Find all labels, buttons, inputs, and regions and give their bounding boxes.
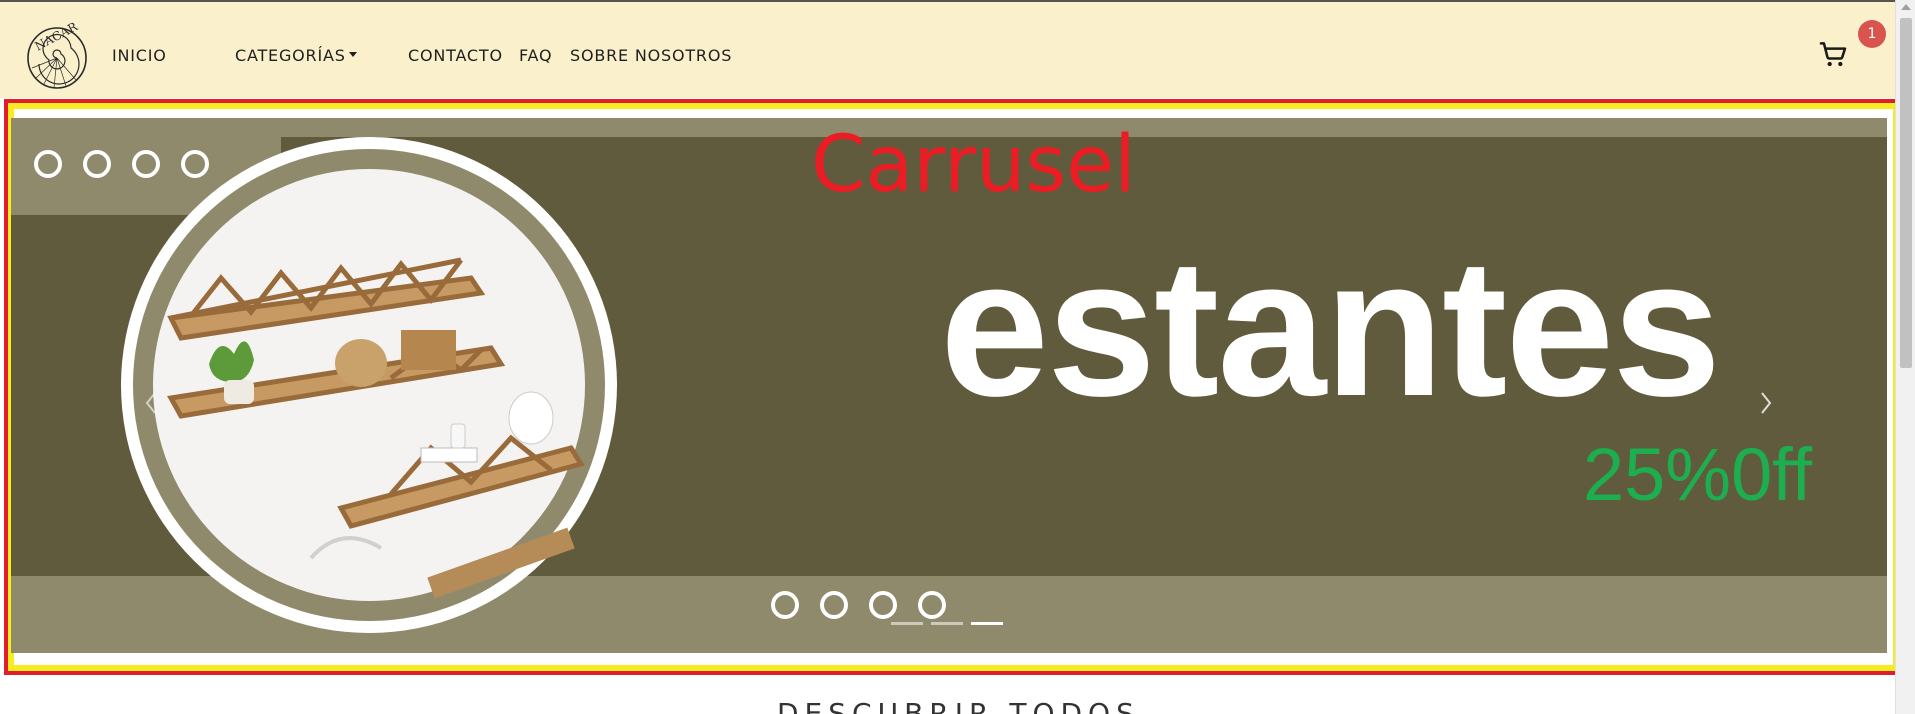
nav-link-contacto[interactable]: CONTACTO: [408, 46, 503, 65]
nav-link-inicio[interactable]: INICIO: [112, 46, 167, 65]
cart-count-badge: 1: [1858, 20, 1886, 48]
nav-dropdown-categorias[interactable]: CATEGORÍAS: [235, 46, 357, 65]
carousel-indicator-1[interactable]: [891, 622, 923, 625]
nav-link-sobre-nosotros[interactable]: SOBRE NOSOTROS: [570, 46, 732, 65]
carousel-indicator-2[interactable]: [931, 622, 963, 625]
cart-button[interactable]: [1817, 38, 1849, 70]
scrollbar-thumb[interactable]: [1900, 18, 1912, 368]
carousel-indicators: [891, 622, 1091, 626]
shopping-cart-icon: [1819, 42, 1847, 67]
brand-logo[interactable]: NACAR: [24, 18, 90, 90]
slide-headline: estantes: [940, 218, 1721, 437]
slide-promo-text: 25%0ff: [1583, 433, 1813, 516]
carousel-overlay-label: Carrusel: [811, 120, 1136, 210]
carousel-slide: Carrusel estantes 25%0ff: [11, 118, 1887, 653]
nautilus-logo-icon: NACAR: [27, 19, 87, 89]
caret-down-icon: [348, 52, 357, 57]
carousel-next-button[interactable]: [1746, 368, 1786, 438]
nav-dropdown-categorias-label: CATEGORÍAS: [235, 46, 346, 65]
navbar: NACAR INICIO CATEGORÍAS CONTACTO FAQ SOB…: [0, 0, 1895, 98]
nav-link-faq[interactable]: FAQ: [519, 46, 552, 65]
scroll-up-icon[interactable]: [1901, 4, 1911, 10]
chevron-right-icon: [1761, 392, 1772, 414]
svg-text:NACAR: NACAR: [33, 19, 81, 53]
section-heading: DESCUBRIR TODOS: [777, 697, 1140, 714]
carousel-indicator-3[interactable]: [971, 622, 1003, 625]
carousel-prev-button[interactable]: [131, 368, 171, 438]
page: NACAR INICIO CATEGORÍAS CONTACTO FAQ SOB…: [0, 0, 1915, 714]
page-scrollbar[interactable]: [1895, 0, 1915, 714]
chevron-left-icon: [145, 392, 156, 414]
